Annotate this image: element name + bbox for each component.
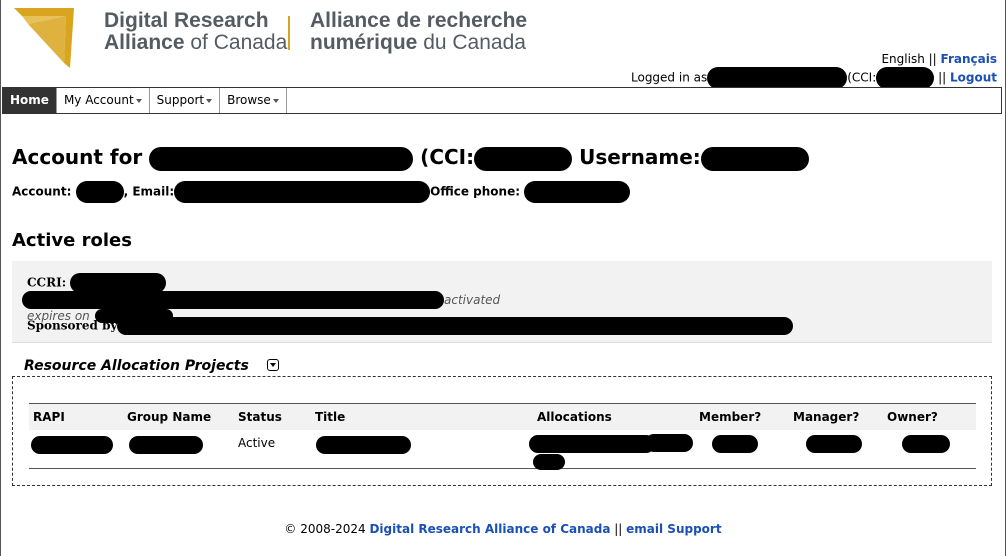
sponsored-by-label: Sponsored by bbox=[27, 318, 118, 333]
footer: © 2008-2024 Digital Research Alliance of… bbox=[0, 522, 1006, 536]
session-sep: || bbox=[934, 70, 950, 85]
email-label: , Email: bbox=[123, 184, 175, 199]
redacted-group-name bbox=[129, 436, 203, 454]
col-group-name: Group Name bbox=[127, 410, 212, 424]
rap-heading[interactable]: Resource Allocation Projects bbox=[24, 358, 279, 374]
col-member: Member? bbox=[699, 410, 762, 424]
brand-fr-line2-bold: numérique bbox=[310, 31, 418, 54]
ccri-label: CCRI: bbox=[27, 275, 67, 290]
brand-en-line2-rest: of Canada bbox=[184, 31, 288, 54]
chevron-down-icon bbox=[206, 98, 213, 103]
nav-home-label: Home bbox=[10, 93, 49, 107]
col-owner: Owner? bbox=[887, 410, 938, 424]
redacted-member bbox=[712, 435, 758, 453]
col-manager: Manager? bbox=[793, 410, 860, 424]
brand-en-line1: Digital Research bbox=[104, 9, 269, 32]
account-title-prefix: Account for bbox=[12, 145, 143, 169]
rap-heading-label: Resource Allocation Projects bbox=[24, 358, 249, 374]
language-francais-link[interactable]: Français bbox=[941, 52, 997, 66]
nav-support-label: Support bbox=[156, 93, 205, 107]
redacted-owner bbox=[902, 435, 950, 453]
rap-table: RAPI Group Name Status Title Allocations… bbox=[29, 403, 976, 470]
redacted-phone bbox=[524, 181, 631, 203]
redacted-allocations-2 bbox=[645, 434, 693, 452]
phone-label: Office phone: bbox=[430, 184, 521, 199]
language-english: English bbox=[881, 52, 925, 66]
logout-link[interactable]: Logout bbox=[950, 71, 997, 85]
redacted-user-name bbox=[707, 67, 848, 89]
nav-browse[interactable]: Browse bbox=[220, 88, 287, 113]
status-cell: Active bbox=[238, 436, 276, 450]
role-panel: CCRI: activated expires on Sponsored by bbox=[12, 261, 992, 343]
active-roles-heading: Active roles bbox=[12, 230, 132, 251]
chevron-down-icon bbox=[272, 98, 279, 103]
redacted-cci bbox=[876, 67, 935, 89]
logged-in-label: Logged in as bbox=[631, 70, 708, 85]
account-details: Account: , Email: Office phone: bbox=[12, 181, 631, 203]
redacted-sponsor bbox=[117, 317, 794, 335]
table-row: Active bbox=[29, 430, 976, 470]
nav-browse-label: Browse bbox=[227, 93, 271, 107]
chevron-down-icon bbox=[135, 98, 142, 103]
redacted-rapi bbox=[31, 436, 113, 454]
redacted-title bbox=[316, 436, 411, 454]
col-allocations: Allocations bbox=[537, 410, 612, 424]
footer-copyright: © 2008-2024 bbox=[284, 522, 370, 536]
nav-my-account[interactable]: My Account bbox=[57, 88, 150, 113]
language-switcher: English || Français bbox=[881, 52, 997, 66]
rap-panel: RAPI Group Name Status Title Allocations… bbox=[12, 376, 992, 486]
redacted-email bbox=[174, 181, 431, 203]
redacted-account-name bbox=[149, 146, 414, 171]
redacted-account-cci bbox=[474, 146, 573, 171]
brand-fr-line2-rest: du Canada bbox=[417, 31, 526, 54]
nav-my-account-label: My Account bbox=[63, 93, 134, 107]
redacted-allocations bbox=[529, 435, 655, 453]
language-sep: || bbox=[924, 52, 941, 66]
main-nav: Home My Account Support Browse bbox=[2, 87, 1002, 114]
brand-en-line2-bold: Alliance bbox=[104, 31, 185, 54]
alliance-logo-icon bbox=[14, 8, 74, 68]
role-sponsor-row: Sponsored by bbox=[27, 317, 794, 335]
footer-support-link[interactable]: email Support bbox=[626, 522, 721, 536]
redacted-username bbox=[700, 146, 809, 171]
nav-support[interactable]: Support bbox=[150, 88, 221, 113]
col-status: Status bbox=[238, 410, 282, 424]
session-info: Logged in as (CCI: || Logout bbox=[631, 67, 997, 89]
table-header-row: RAPI Group Name Status Title Allocations… bbox=[29, 404, 976, 430]
redacted-allocations-3 bbox=[533, 454, 565, 470]
brand-fr-line1: Alliance de recherche bbox=[310, 9, 528, 32]
cci-label: (CCI: bbox=[847, 70, 877, 85]
account-label: Account: bbox=[12, 184, 72, 199]
brand-french: Alliance de recherche numérique du Canad… bbox=[310, 10, 527, 54]
collapse-toggle-icon[interactable] bbox=[266, 359, 279, 371]
redacted-manager bbox=[806, 435, 862, 453]
page-title: Account for (CCI: Username: bbox=[12, 145, 809, 171]
account-cci-label: (CCI: bbox=[420, 145, 475, 169]
brand-english: Digital Research Alliance of Canada bbox=[104, 10, 287, 54]
username-label: Username: bbox=[579, 145, 701, 169]
role-activated-label: activated bbox=[444, 293, 501, 307]
redacted-account-id bbox=[75, 181, 124, 203]
col-title: Title bbox=[315, 410, 346, 424]
col-rapi: RAPI bbox=[33, 410, 65, 424]
nav-home[interactable]: Home bbox=[3, 88, 57, 113]
brand-divider bbox=[288, 16, 290, 50]
footer-org-link[interactable]: Digital Research Alliance of Canada bbox=[369, 522, 610, 536]
footer-sep: || bbox=[610, 522, 627, 536]
